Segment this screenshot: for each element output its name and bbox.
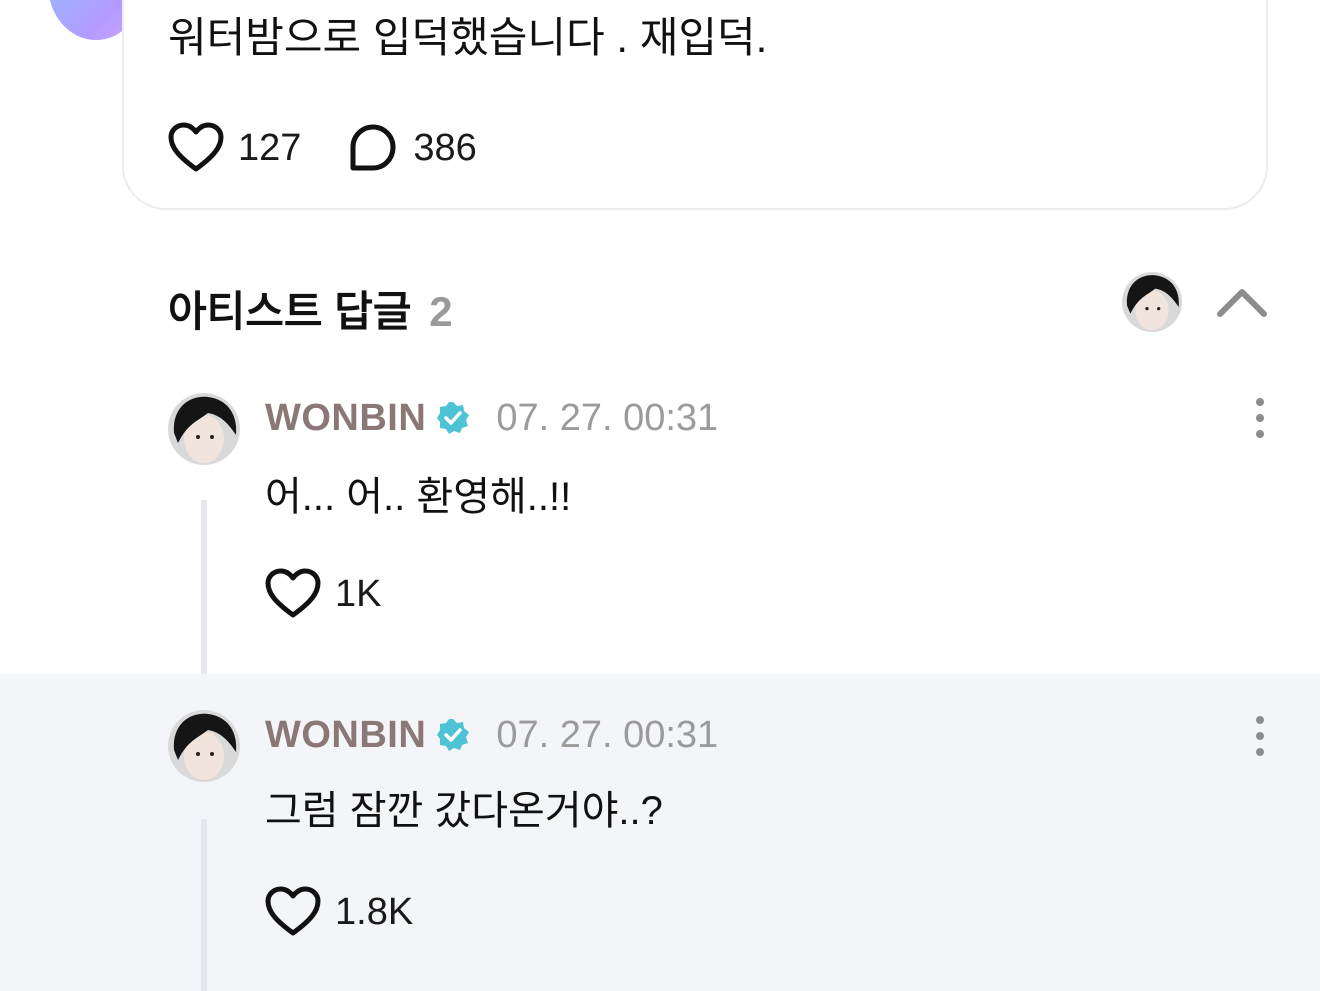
- more-options-button[interactable]: [1248, 396, 1272, 440]
- more-vertical-icon: [1256, 398, 1264, 438]
- post-actions: 127 386: [168, 118, 523, 178]
- section-title: 아티스트 답글: [168, 288, 412, 335]
- thread-line: [201, 500, 207, 674]
- more-options-button[interactable]: [1248, 714, 1272, 758]
- reply-item: WONBIN 07. 27. 00:31 그럼 잠깐 갔다온거야..? 1.8K: [0, 674, 1320, 991]
- author-name[interactable]: WONBIN: [265, 397, 426, 440]
- reply-like-button[interactable]: 1.8K: [265, 886, 413, 938]
- heart-icon: [168, 122, 224, 172]
- reply-header: WONBIN 07. 27. 00:31: [265, 710, 718, 760]
- heart-icon: [265, 886, 321, 936]
- comment-thread-page: 워터밤으로 입덕했습니다 . 재입덕. 127 386 아티스트 답글 2 WO…: [0, 0, 1320, 991]
- post-comment-count: 386: [413, 126, 477, 169]
- thread-line: [201, 819, 207, 991]
- reply-timestamp: 07. 27. 00:31: [496, 713, 719, 756]
- heart-icon: [265, 568, 321, 618]
- reply-like-button[interactable]: 1K: [265, 568, 381, 620]
- chevron-up-icon: [1217, 289, 1267, 317]
- section-count: 2: [429, 288, 453, 335]
- more-vertical-icon: [1256, 716, 1264, 756]
- collapse-button[interactable]: [1212, 280, 1272, 324]
- reply-like-count: 1K: [335, 572, 382, 615]
- artist-replies-header: 아티스트 답글 2: [168, 278, 453, 339]
- post-comment-button[interactable]: 386: [347, 123, 477, 173]
- author-name[interactable]: WONBIN: [265, 714, 426, 757]
- post-like-count: 127: [238, 126, 302, 169]
- post-like-button[interactable]: 127: [168, 122, 301, 174]
- reply-timestamp: 07. 27. 00:31: [496, 396, 719, 439]
- reply-text: 그럼 잠깐 갔다온거야..?: [265, 789, 663, 833]
- verified-badge-icon: [437, 402, 470, 434]
- reply-like-count: 1.8K: [335, 890, 414, 933]
- comment-icon: [350, 124, 396, 171]
- avatar[interactable]: [168, 710, 240, 782]
- reply-item: WONBIN 07. 27. 00:31 어... 어.. 환영해..!! 1K: [0, 360, 1320, 674]
- avatar[interactable]: [168, 393, 240, 465]
- post-text: 워터밤으로 입덕했습니다 . 재입덕.: [168, 14, 768, 61]
- verified-badge-icon: [437, 719, 470, 751]
- reply-header: WONBIN 07. 27. 00:31: [265, 393, 718, 443]
- artist-avatar[interactable]: [1122, 272, 1182, 332]
- reply-text: 어... 어.. 환영해..!!: [265, 475, 572, 519]
